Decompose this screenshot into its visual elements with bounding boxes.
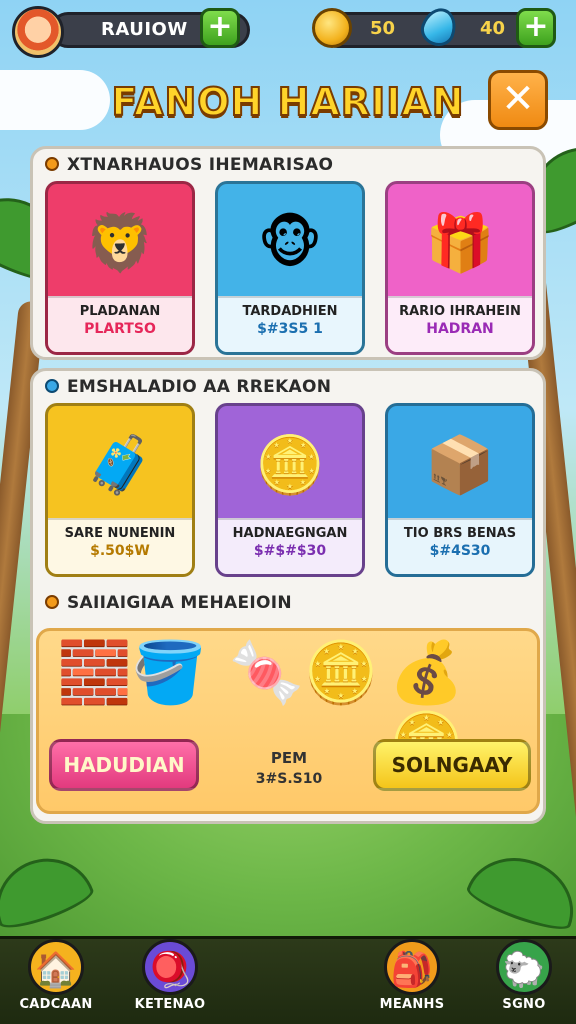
solngaay-button[interactable]: SOLNGAAY bbox=[373, 739, 531, 791]
nav-label: MEANHS bbox=[379, 997, 445, 1012]
crafting-items-icon: 🧱🪣 bbox=[57, 638, 207, 708]
card-subtitle: $#$#$30 bbox=[253, 543, 327, 559]
yoyo-icon: 🪀 bbox=[142, 939, 198, 995]
card-title: HADNAEGNGAN bbox=[232, 526, 348, 541]
card-title: RARIO IHRAHEIN bbox=[399, 304, 521, 319]
coin-count: 50 bbox=[370, 18, 396, 39]
shop-offer-panel: 🧱🪣 🍬🪙 💰🪙 HADUDIAN PEM 3#S.S10 SOLNGAAY bbox=[36, 628, 540, 814]
card-title: PLADANAN bbox=[79, 304, 161, 319]
diamond-icon bbox=[45, 157, 59, 171]
section-title: EMSHALADIO AA RREKAON bbox=[67, 377, 332, 397]
section-header: EMSHALADIO AA RREKAON bbox=[45, 377, 331, 397]
card-title: SARE NUNENIN bbox=[64, 526, 176, 541]
card-subtitle: HADRAN bbox=[426, 321, 494, 337]
offer-price: 3#S.S10 bbox=[255, 771, 323, 787]
section-title: XTNARHAUOS IHEMARISAO bbox=[67, 155, 334, 175]
reward-card[interactable]: 🎁 RARIO IHRAHEIN HADRAN bbox=[385, 181, 535, 355]
card-subtitle: $#3S5 1 bbox=[257, 321, 323, 337]
card-title: TIO BRS BENAS bbox=[403, 526, 517, 541]
nav-ketenao[interactable]: 🪀 KETENAO bbox=[120, 939, 220, 1012]
player-avatar[interactable] bbox=[12, 6, 64, 58]
reward-card[interactable]: 🧳 SARE NUNENIN $.50$W bbox=[45, 403, 195, 577]
gem-count: 40 bbox=[480, 18, 506, 39]
card-label: TARDADHIEN $#3S5 1 bbox=[218, 296, 362, 352]
diamond-icon bbox=[45, 595, 59, 609]
monkey-plush-icon: 🐵 bbox=[257, 210, 323, 276]
offer-label: PEM bbox=[270, 749, 308, 767]
section-title: SAIIAIGIAA MEHAEIOIN bbox=[67, 593, 292, 613]
coin-icon bbox=[312, 8, 352, 48]
sheep-icon: 🐑 bbox=[496, 939, 552, 995]
section-daily-rewards: XTNARHAUOS IHEMARISAO 🦁 PLADANAN PLARTSO… bbox=[30, 146, 546, 360]
section-header: SAIIAIGIAA MEHAEIOIN bbox=[45, 593, 292, 613]
card-label: RARIO IHRAHEIN HADRAN bbox=[388, 296, 532, 352]
close-button[interactable]: ✕ bbox=[488, 70, 548, 130]
card-label: TIO BRS BENAS $#4S30 bbox=[388, 518, 532, 574]
nav-label: CADCAAN bbox=[19, 997, 93, 1012]
add-currency-button[interactable]: + bbox=[516, 8, 556, 48]
nav-label: SGNO bbox=[502, 997, 546, 1012]
reward-card[interactable]: 🪙 HADNAEGNGAN $#$#$30 bbox=[215, 403, 365, 577]
diamond-icon bbox=[45, 379, 59, 393]
card-label: PLADANAN PLARTSO bbox=[48, 296, 192, 352]
card-label: SARE NUNENIN $.50$W bbox=[48, 518, 192, 574]
candy-coin-icon: 🍬🪙 bbox=[229, 638, 379, 708]
reward-card[interactable]: 🐵 TARDADHIEN $#3S5 1 bbox=[215, 181, 365, 355]
lion-chest-icon: 🦁 bbox=[85, 211, 155, 276]
section-header: XTNARHAUOS IHEMARISAO bbox=[45, 155, 333, 175]
nav-meanhs[interactable]: 🎒 MEANHS bbox=[362, 939, 462, 1012]
gift-chest-icon: 🎁 bbox=[425, 211, 495, 276]
player-name: RAUIOW bbox=[101, 19, 188, 40]
card-label: HADNAEGNGAN $#$#$30 bbox=[218, 518, 362, 574]
nav-sgno[interactable]: 🐑 SGNO bbox=[474, 939, 574, 1012]
gold-coin-icon: 🪙 bbox=[255, 433, 325, 498]
bottom-nav: 🏠 CADCAAN 🪀 KETENAO 🎒 MEANHS 🐑 SGNO bbox=[0, 936, 576, 1024]
card-subtitle: $.50$W bbox=[90, 543, 150, 559]
card-title: TARDADHIEN bbox=[242, 304, 338, 319]
home-icon: 🏠 bbox=[28, 939, 84, 995]
reward-card[interactable]: 🦁 PLADANAN PLARTSO bbox=[45, 181, 195, 355]
add-profile-button[interactable]: + bbox=[200, 8, 240, 48]
card-subtitle: $#4S30 bbox=[429, 543, 491, 559]
top-bar: RAUIOW + 50 40 + bbox=[10, 3, 566, 58]
nav-home[interactable]: 🏠 CADCAAN bbox=[6, 939, 106, 1012]
hadudian-button[interactable]: HADUDIAN bbox=[49, 739, 199, 791]
nav-label: KETENAO bbox=[134, 997, 206, 1012]
card-subtitle: PLARTSO bbox=[84, 321, 156, 337]
reward-card[interactable]: 📦 TIO BRS BENAS $#4S30 bbox=[385, 403, 535, 577]
box-icon: 📦 bbox=[425, 433, 495, 498]
suitcase-icon: 🧳 bbox=[85, 433, 155, 498]
backpack-icon: 🎒 bbox=[384, 939, 440, 995]
